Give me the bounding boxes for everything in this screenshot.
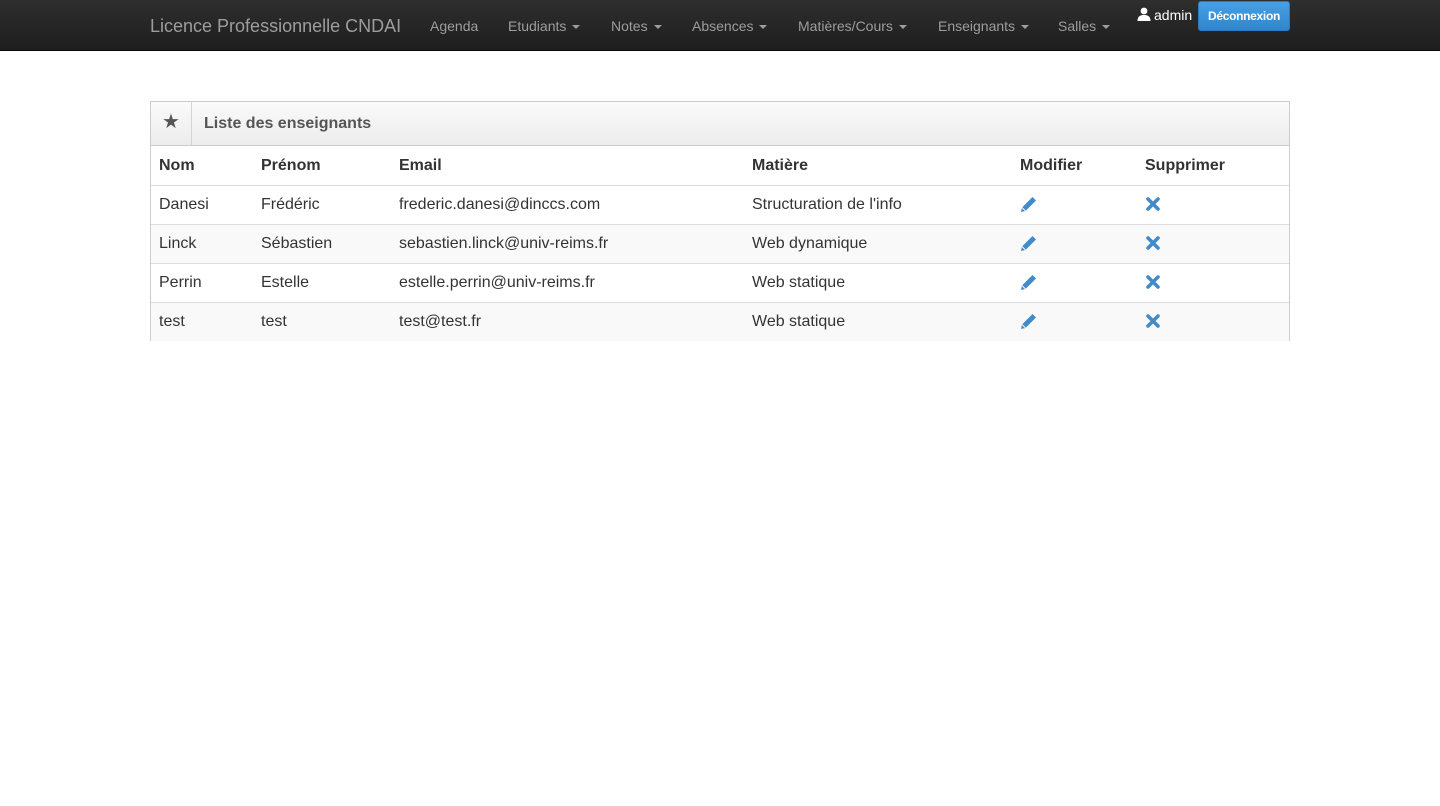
delete-x-icon[interactable] [1145, 196, 1161, 212]
nav-item-label: Notes [611, 18, 648, 34]
delete-x-icon[interactable] [1145, 313, 1161, 329]
cell-email: frederic.danesi@dinccs.com [391, 185, 744, 225]
edit-pencil-icon[interactable] [1020, 312, 1038, 330]
nav-item-matieres-cours[interactable]: Matières/Cours [798, 17, 907, 35]
nav-item-label: Salles [1058, 18, 1097, 34]
teachers-panel: ★ Liste des enseignants Nom Prénom Email… [150, 101, 1290, 341]
table-row: Linck Sébastien sebastien.linck@univ-rei… [151, 224, 1289, 264]
column-header-email: Email [391, 146, 744, 186]
column-header-modifier: Modifier [1012, 146, 1137, 186]
cell-email: estelle.perrin@univ-reims.fr [391, 263, 744, 303]
cell-prenom: Sébastien [253, 224, 391, 264]
caret-down-icon [572, 25, 581, 30]
nav-item-label: Agenda [430, 18, 479, 34]
cell-modifier [1012, 302, 1137, 341]
nav-item-salles[interactable]: Salles [1058, 17, 1111, 35]
cell-supprimer [1137, 302, 1289, 341]
logout-button[interactable]: Déconnexion [1198, 1, 1290, 31]
cell-prenom: Estelle [253, 263, 391, 303]
column-header-prenom: Prénom [253, 146, 391, 186]
caret-down-icon [1021, 25, 1030, 30]
nav-item-absences[interactable]: Absences [692, 17, 768, 35]
cell-matiere: Web dynamique [744, 224, 1012, 264]
caret-down-icon [898, 25, 907, 30]
nav-item-label: Absences [692, 18, 754, 34]
cell-matiere: Web statique [744, 302, 1012, 341]
nav-item-label: Enseignants [938, 18, 1016, 34]
table-row: test test test@test.fr Web statique [151, 302, 1289, 341]
caret-down-icon [759, 25, 768, 30]
panel-title: Liste des enseignants [204, 115, 372, 132]
delete-x-icon[interactable] [1145, 235, 1161, 251]
nav-item-enseignants[interactable]: Enseignants [938, 17, 1030, 35]
cell-email: test@test.fr [391, 302, 744, 341]
brand-title[interactable]: Licence Professionnelle CNDAI [150, 15, 401, 37]
star-icon: ★ [151, 102, 192, 145]
cell-matiere: Structuration de l'info [744, 185, 1012, 225]
column-header-supprimer: Supprimer [1137, 146, 1289, 186]
cell-modifier [1012, 224, 1137, 264]
top-navbar: Licence Professionnelle CNDAI Agenda Etu… [0, 0, 1440, 51]
cell-modifier [1012, 263, 1137, 303]
user-info: admin [1137, 6, 1192, 24]
caret-down-icon [1102, 25, 1111, 30]
teachers-table: Nom Prénom Email Matière Modifier Suppri… [151, 146, 1289, 341]
edit-pencil-icon[interactable] [1020, 195, 1038, 213]
cell-nom: test [151, 302, 253, 341]
cell-prenom: test [253, 302, 391, 341]
caret-down-icon [653, 25, 662, 30]
column-header-matiere: Matière [744, 146, 1012, 186]
cell-nom: Linck [151, 224, 253, 264]
cell-nom: Perrin [151, 263, 253, 303]
cell-supprimer [1137, 224, 1289, 264]
nav-item-label: Etudiants [508, 18, 567, 34]
nav-item-notes[interactable]: Notes [611, 17, 662, 35]
cell-email: sebastien.linck@univ-reims.fr [391, 224, 744, 264]
table-header-row: Nom Prénom Email Matière Modifier Suppri… [151, 146, 1289, 186]
nav-item-etudiants[interactable]: Etudiants [508, 17, 581, 35]
edit-pencil-icon[interactable] [1020, 273, 1038, 291]
table-row: Perrin Estelle estelle.perrin@univ-reims… [151, 263, 1289, 303]
panel-header: ★ Liste des enseignants [151, 102, 1289, 146]
nav-item-agenda[interactable]: Agenda [430, 17, 478, 35]
user-icon [1137, 7, 1151, 21]
nav-item-label: Matières/Cours [798, 18, 893, 34]
column-header-nom: Nom [151, 146, 253, 186]
username: admin [1154, 7, 1193, 23]
cell-prenom: Frédéric [253, 185, 391, 225]
table-row: Danesi Frédéric frederic.danesi@dinccs.c… [151, 185, 1289, 225]
delete-x-icon[interactable] [1145, 274, 1161, 290]
cell-matiere: Web statique [744, 263, 1012, 303]
cell-supprimer [1137, 263, 1289, 303]
cell-nom: Danesi [151, 185, 253, 225]
cell-supprimer [1137, 185, 1289, 225]
edit-pencil-icon[interactable] [1020, 234, 1038, 252]
cell-modifier [1012, 185, 1137, 225]
